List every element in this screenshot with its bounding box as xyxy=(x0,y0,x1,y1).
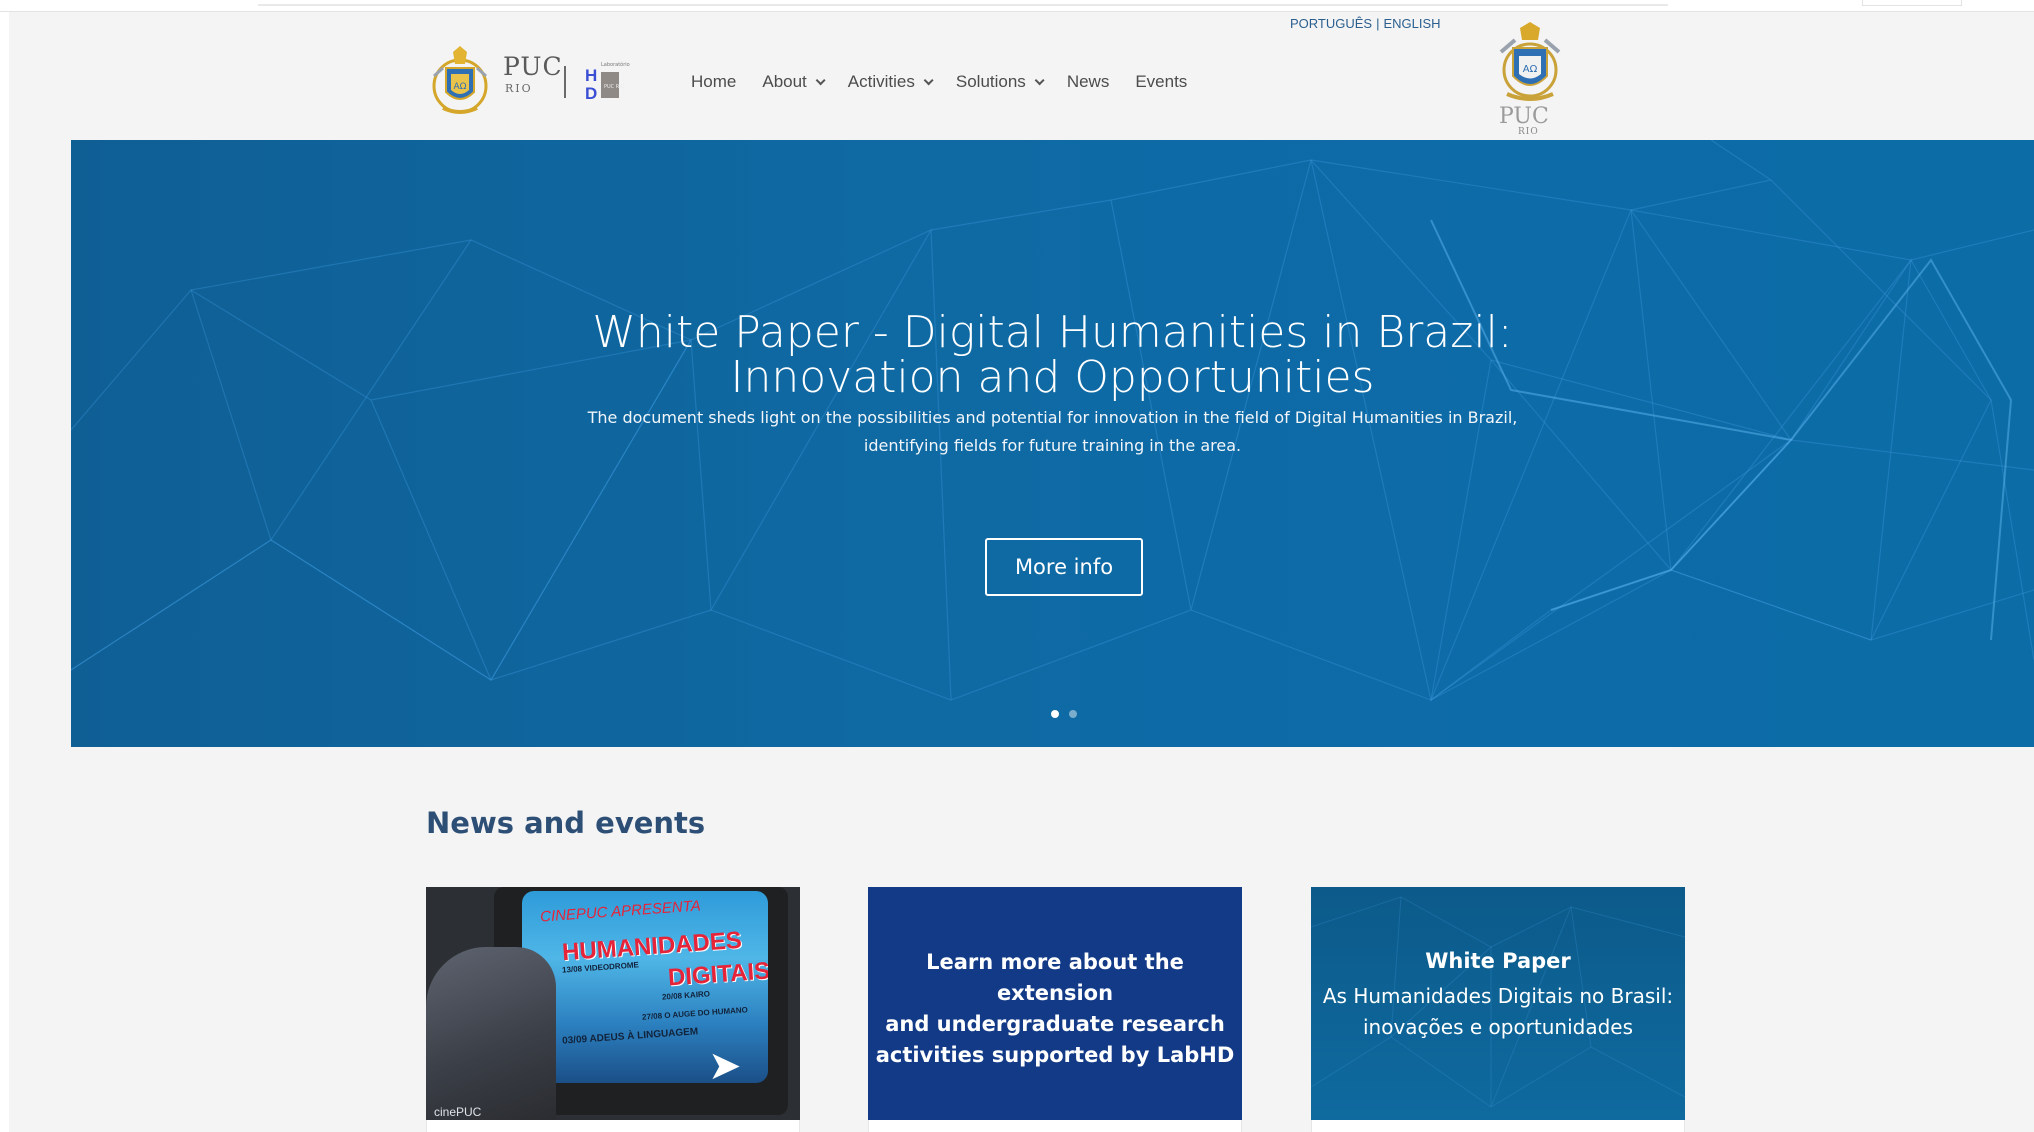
site-header: PORTUGUÊS | ENGLISH AΩ PUC RIO Laboratório… xyxy=(9,12,2034,140)
language-switcher: PORTUGUÊS | ENGLISH xyxy=(1290,16,1441,31)
lang-separator: | xyxy=(1376,16,1380,31)
nav-label-about: About xyxy=(762,72,807,91)
more-info-button[interactable]: More info xyxy=(985,538,1143,596)
logo-rio-text: RIO xyxy=(505,82,533,95)
nav-item-events[interactable]: Events xyxy=(1135,72,1187,92)
hero-description: The document sheds light on the possibil… xyxy=(587,408,1518,455)
card-image-cinepuc: CINEPUC APRESENTA HUMANIDADES 13/08 VIDE… xyxy=(426,887,800,1120)
card-white-paper-title: White Paper xyxy=(1425,949,1571,973)
tv-line-2: 20/08 KAIRO xyxy=(661,989,711,1002)
page: PORTUGUÊS | ENGLISH AΩ PUC RIO Laboratório… xyxy=(9,12,2034,1132)
nav-item-home[interactable]: Home xyxy=(691,72,736,92)
nav-label-home: Home xyxy=(691,72,737,91)
labhd-small-text: Laboratório xyxy=(601,62,630,68)
hero-title-line2: Innovation and Opportunities xyxy=(730,352,1375,403)
hero-title-line1: White Paper - Digital Humanities in Braz… xyxy=(592,307,1513,358)
card-white-paper-line2: inovações e oportunidades xyxy=(1362,1015,1634,1039)
puc-crest-icon: AΩ xyxy=(432,46,488,114)
puc-rio-logo-right[interactable]: AΩ PUC RIO xyxy=(1489,22,1569,140)
slider-dot-2[interactable] xyxy=(1069,710,1077,718)
nav-item-solutions[interactable]: Solutions xyxy=(955,72,1045,92)
card-white-paper-line1: As Humanidades Digitais no Brasil: xyxy=(1322,984,1674,1008)
news-card-extension[interactable]: Learn more about the extension and under… xyxy=(868,887,1242,1132)
labhd-mini-text: PUC RIO xyxy=(604,84,625,90)
card-extension-text: Learn more about the extension and under… xyxy=(868,947,1242,1071)
main-nav: Home About Activities Solutions News Eve… xyxy=(691,72,1213,92)
card-extension-line1: Learn more about the extension xyxy=(926,950,1184,1005)
labhd-logo: Laboratório PUC RIO H D xyxy=(585,62,630,103)
card-white-paper-subtitle: As Humanidades Digitais no Brasil: inova… xyxy=(1311,981,1685,1043)
cinepuc-footer-text: cinePUC xyxy=(434,1105,482,1119)
svg-text:AΩ: AΩ xyxy=(1523,64,1538,75)
card-image-white-paper: White Paper As Humanidades Digitais no B… xyxy=(1311,887,1685,1120)
nav-label-events: Events xyxy=(1135,72,1188,91)
chevron-down-icon xyxy=(1034,74,1045,85)
logo-puc-text: PUC xyxy=(503,52,563,81)
tv-line-4: 03/09 ADEUS À LINGUAGEM xyxy=(561,1026,699,1047)
svg-text:AΩ: AΩ xyxy=(453,82,466,92)
lang-english-link[interactable]: ENGLISH xyxy=(1384,16,1441,31)
person-silhouette xyxy=(426,947,556,1120)
card-image-extension: Learn more about the extension and under… xyxy=(868,887,1242,1120)
lang-portuguese-link[interactable]: PORTUGUÊS xyxy=(1290,16,1372,31)
top-strip-line xyxy=(258,4,1668,6)
hero-title: White Paper - Digital Humanities in Braz… xyxy=(71,310,2034,400)
nav-item-about[interactable]: About xyxy=(762,72,826,92)
puc-crest-right-icon: AΩ xyxy=(1499,22,1561,101)
browser-top-strip xyxy=(0,0,2034,12)
nav-item-activities[interactable]: Activities xyxy=(847,72,934,92)
tv-screen: CINEPUC APRESENTA HUMANIDADES 13/08 VIDE… xyxy=(522,891,768,1083)
logo-right-rio-text: RIO xyxy=(1518,127,1539,137)
news-card-white-paper[interactable]: White Paper As Humanidades Digitais no B… xyxy=(1311,887,1685,1132)
nav-label-news: News xyxy=(1066,72,1110,91)
card-footer xyxy=(1311,1120,1685,1132)
labhd-letter-h: H xyxy=(585,66,598,85)
puc-labhd-logo[interactable]: AΩ PUC RIO Laboratório PUC RIO H D xyxy=(429,42,630,122)
nav-item-news[interactable]: News xyxy=(1067,72,1110,92)
nav-label-solutions: Solutions xyxy=(955,72,1026,91)
chevron-down-icon xyxy=(923,74,934,85)
chevron-down-icon xyxy=(815,74,826,85)
card-footer xyxy=(426,1120,800,1132)
tv-line-3: 27/08 O AUGE DO HUMANO xyxy=(641,1005,749,1022)
play-arrow-icon: ➤ xyxy=(708,1043,742,1083)
news-section-title: News and events xyxy=(426,806,706,840)
news-card-cinepuc[interactable]: CINEPUC APRESENTA HUMANIDADES 13/08 VIDE… xyxy=(426,887,800,1132)
slider-dots xyxy=(1051,710,1077,718)
hero-slider: White Paper - Digital Humanities in Braz… xyxy=(71,140,2034,747)
card-extension-line3: activities supported by LabHD xyxy=(875,1043,1235,1067)
tv-text-digitais: DIGITAIS xyxy=(667,957,768,992)
tv-text-cinepuc: CINEPUC APRESENTA xyxy=(539,897,702,926)
logo-right-puc-text: PUC xyxy=(1499,104,1549,129)
nav-label-activities: Activities xyxy=(847,72,915,91)
labhd-letter-d: D xyxy=(585,84,598,103)
slider-dot-1[interactable] xyxy=(1051,710,1059,718)
top-strip-tab xyxy=(1862,0,1962,6)
card-footer xyxy=(868,1120,1242,1132)
card-extension-line2: and undergraduate research xyxy=(885,1012,1225,1036)
logo-divider xyxy=(564,66,566,98)
